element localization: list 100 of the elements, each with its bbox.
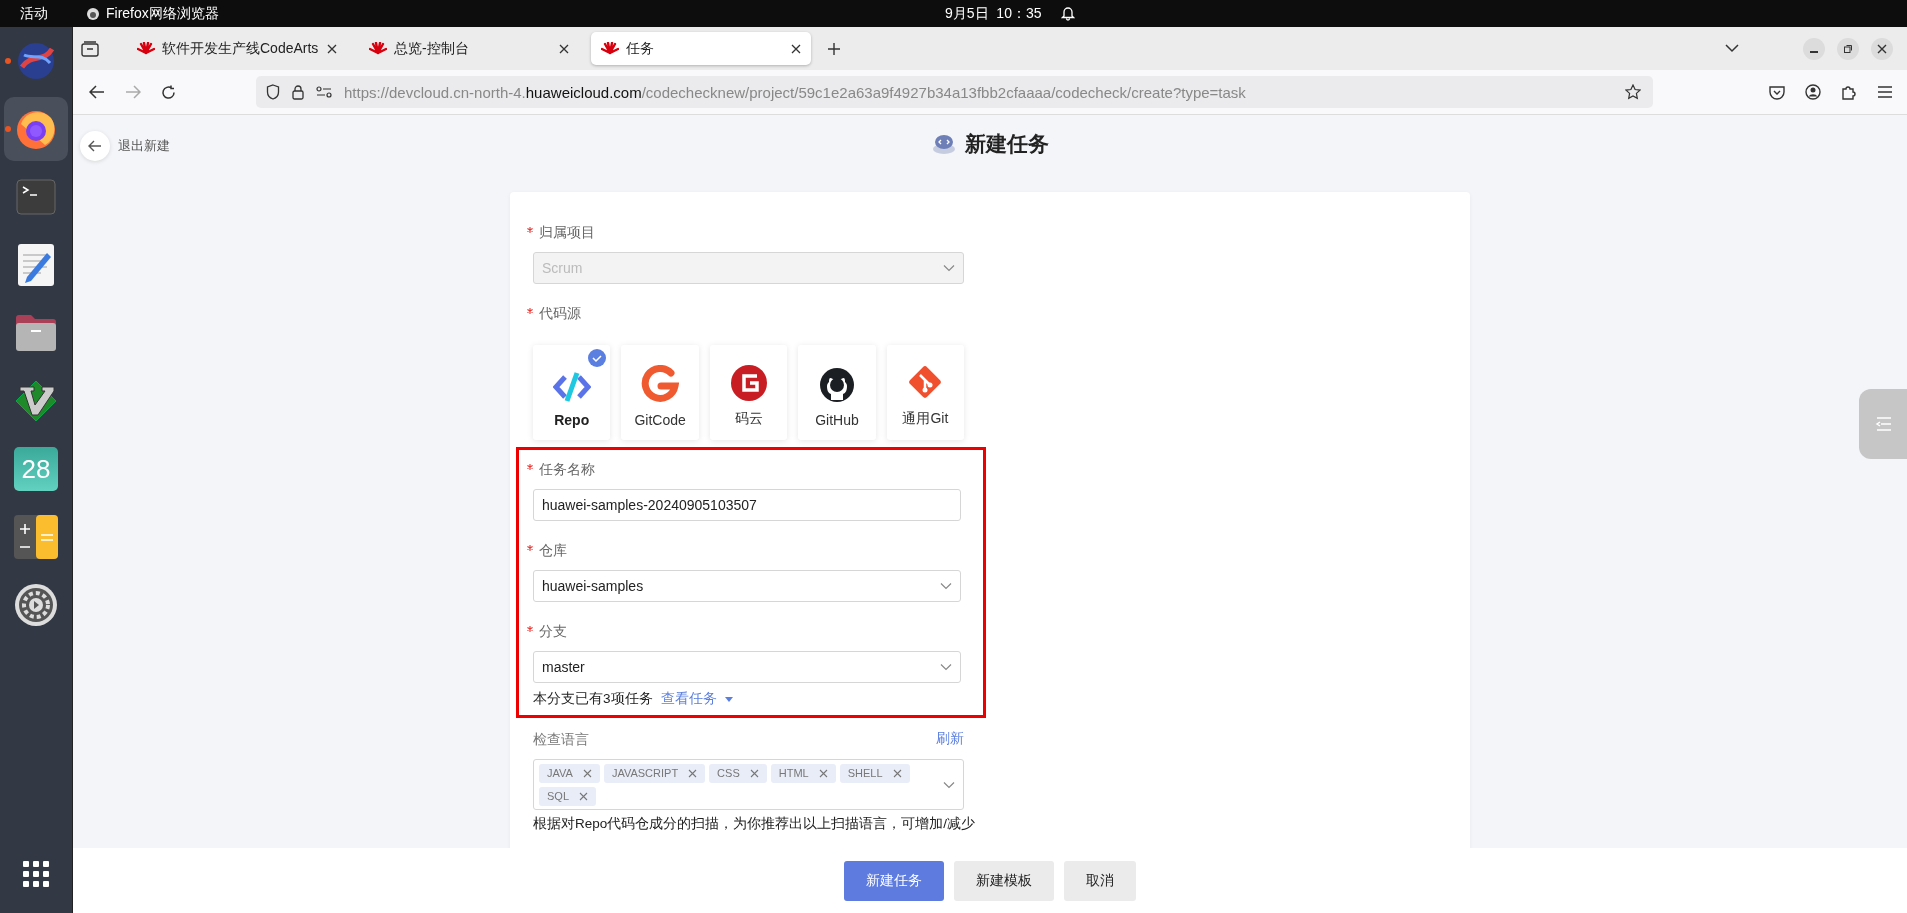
back-arrow-icon xyxy=(88,140,102,152)
running-indicator xyxy=(5,58,11,64)
minimize-button[interactable] xyxy=(1803,37,1825,60)
select-field[interactable]: huawei-samples xyxy=(533,570,961,602)
check-badge-icon xyxy=(588,349,607,367)
settings-icon xyxy=(14,583,58,627)
app-menu[interactable]: Firefox网络浏览器 xyxy=(86,4,219,23)
required-asterisk-icon xyxy=(527,544,533,551)
star-icon[interactable] xyxy=(1625,84,1641,100)
account-icon[interactable] xyxy=(1805,84,1821,100)
folder-icon xyxy=(14,314,58,352)
restore-icon xyxy=(1843,43,1853,54)
remove-icon[interactable] xyxy=(892,768,902,778)
restore-button[interactable] xyxy=(1837,37,1859,60)
lock-icon[interactable] xyxy=(292,84,304,100)
remove-icon[interactable] xyxy=(582,768,592,778)
flower-logo-icon xyxy=(369,41,387,56)
refresh-link[interactable]: 刷新 xyxy=(936,730,964,748)
terminal-icon xyxy=(16,179,56,215)
language-tag: JAVA xyxy=(539,763,600,783)
select-value: huawei-samples xyxy=(542,578,644,594)
flower-logo-icon xyxy=(601,41,619,56)
browser-tab[interactable]: 任务 xyxy=(591,32,811,65)
tab-title: 总览-控制台 xyxy=(394,39,470,58)
collapse-list-icon xyxy=(1875,417,1891,431)
remove-icon[interactable] xyxy=(818,768,828,778)
g-letter-icon xyxy=(641,365,680,403)
remove-icon[interactable] xyxy=(579,791,588,801)
chevron-down-icon xyxy=(940,663,952,671)
running-indicator xyxy=(5,126,11,132)
shield-icon[interactable] xyxy=(266,84,280,100)
url-text: https://devcloud.cn-north-4.huaweicloud.com/codechecknew/project/59c1e2a63a9f4927b34a13fbb2cfaaaa/codecheck/create?type=task xyxy=(344,83,1246,101)
language-tag: SHELL xyxy=(839,763,910,783)
back-button[interactable] xyxy=(80,131,110,161)
flower-logo-icon xyxy=(137,41,155,56)
language-tag: JAVASCRIPT xyxy=(603,763,706,783)
field-label: 归属项目 xyxy=(527,223,964,241)
page-title: 新建任务 xyxy=(965,130,1049,157)
bell-icon[interactable] xyxy=(1061,5,1075,21)
permissions-icon[interactable] xyxy=(316,86,332,98)
code-brackets-icon xyxy=(552,371,591,403)
browser-tab[interactable]: 软件开发生产线CodeArts xyxy=(127,32,347,65)
action-button[interactable]: 新建任务 xyxy=(844,860,944,901)
language-tag: HTML xyxy=(770,763,836,783)
action-button[interactable]: 取消 xyxy=(1064,860,1136,901)
close-icon[interactable] xyxy=(327,43,337,54)
close-button[interactable] xyxy=(1871,37,1893,60)
remove-icon[interactable] xyxy=(749,768,759,778)
pocket-icon[interactable] xyxy=(1769,84,1785,100)
action-button[interactable]: 新建模板 xyxy=(954,860,1054,901)
browser-tab[interactable]: 总览-控制台 xyxy=(359,32,579,65)
close-icon[interactable] xyxy=(791,43,801,54)
field-label: 仓库 xyxy=(527,541,961,559)
multi-select-field[interactable]: JAVA JAVASCRIPT CSS HTML SHELL SQL xyxy=(533,759,964,810)
required-asterisk-icon xyxy=(527,463,533,470)
activities-button[interactable]: 活动 xyxy=(20,4,48,23)
puzzle-piece-icon[interactable] xyxy=(1841,84,1857,100)
close-icon[interactable] xyxy=(559,43,569,54)
text-editor-icon xyxy=(17,243,55,287)
select-field[interactable]: master xyxy=(533,651,961,683)
back-arrow-icon[interactable] xyxy=(89,85,105,99)
plus-icon[interactable] xyxy=(827,41,841,56)
select-value: master xyxy=(542,659,585,675)
dock-app-button[interactable] xyxy=(4,97,68,161)
hint-text: 根据对Repo代码仓成分的扫描，为你推荐出以上扫描语言，可增加/减少 xyxy=(533,815,976,833)
app-grid-icon[interactable] xyxy=(23,861,49,887)
calendar-icon: 28 xyxy=(14,447,58,491)
field-label: 任务名称 xyxy=(527,460,961,478)
vim-logo-icon xyxy=(14,379,58,423)
field-label: 代码源 xyxy=(527,304,964,322)
chevron-down-icon xyxy=(943,264,955,272)
language-tag: SQL xyxy=(539,786,596,806)
source-option[interactable]: GitCode xyxy=(621,345,699,440)
source-option[interactable]: GitHub xyxy=(798,345,876,440)
required-asterisk-icon xyxy=(527,625,533,632)
chevron-down-icon[interactable] xyxy=(1725,44,1739,53)
g-circle-icon xyxy=(730,365,767,401)
required-asterisk-icon xyxy=(527,226,533,233)
tab-title: 软件开发生产线CodeArts xyxy=(162,39,320,58)
clock[interactable]: 9月5日 10：35 xyxy=(945,4,1042,23)
chevron-down-icon xyxy=(943,780,955,789)
minimize-icon xyxy=(1810,50,1818,53)
select-value: Scrum xyxy=(542,260,583,276)
tab-title: 任务 xyxy=(626,39,655,58)
source-option[interactable]: 通用Git xyxy=(886,345,965,440)
source-option[interactable]: 码云 xyxy=(709,345,788,440)
calculator-icon xyxy=(14,515,58,559)
close-icon xyxy=(1877,43,1887,54)
hint-text: 本分支已有3项任务 xyxy=(533,690,653,708)
back-link[interactable]: 退出新建 xyxy=(118,137,170,155)
chevron-down-icon xyxy=(940,582,952,590)
caret-down-icon xyxy=(724,696,733,702)
field-label: 检查语言 xyxy=(533,730,589,748)
address-bar[interactable]: https://devcloud.cn-north-4.huaweicloud.com/codechecknew/project/59c1e2a63a9f4927b34a13fbb2cfaaaa/codecheck/create?type=task xyxy=(256,76,1653,108)
text-input[interactable]: huawei-samples-20240905103507 xyxy=(533,489,961,521)
reload-icon[interactable] xyxy=(161,84,176,100)
source-option[interactable]: Repo xyxy=(533,345,611,440)
menu-icon[interactable] xyxy=(1877,85,1893,99)
remove-icon[interactable] xyxy=(688,768,698,778)
view-tasks-link[interactable]: 查看任务 xyxy=(660,690,717,708)
